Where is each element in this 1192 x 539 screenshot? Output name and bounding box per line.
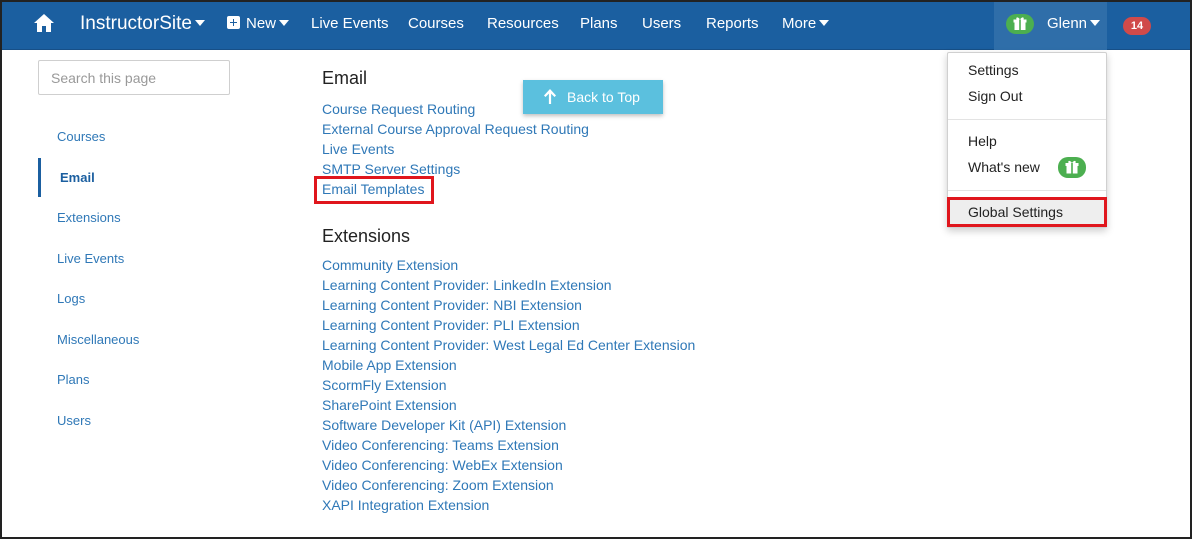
- sidebar-item-users[interactable]: Users: [57, 413, 91, 428]
- menu-item-help[interactable]: Help: [968, 133, 997, 149]
- extensions-section-heading: Extensions: [322, 226, 411, 246]
- sidebar-item-courses[interactable]: Courses: [57, 129, 105, 144]
- link-mobile-app-extension[interactable]: Mobile App Extension: [322, 357, 457, 373]
- link-vc-webex[interactable]: Video Conferencing: WebEx Extension: [322, 457, 563, 473]
- link-vc-zoom[interactable]: Video Conferencing: Zoom Extension: [322, 477, 554, 493]
- sidebar-active-indicator: [38, 158, 41, 197]
- nav-courses[interactable]: Courses: [408, 0, 464, 50]
- sidebar-item-logs[interactable]: Logs: [57, 291, 85, 306]
- link-community-extension[interactable]: Community Extension: [322, 257, 458, 273]
- site-brand-label: InstructorSite: [80, 13, 192, 34]
- link-lcp-nbi[interactable]: Learning Content Provider: NBI Extension: [322, 297, 582, 313]
- nav-more-label: More: [782, 15, 817, 32]
- link-vc-teams[interactable]: Video Conferencing: Teams Extension: [322, 437, 559, 453]
- arrow-up-icon: [544, 89, 556, 104]
- new-menu-label: New: [246, 15, 277, 32]
- email-section-heading: Email: [322, 68, 368, 88]
- menu-item-sign-out[interactable]: Sign Out: [968, 88, 1022, 104]
- nav-plans[interactable]: Plans: [580, 0, 618, 50]
- top-navigation-bar: InstructorSite New Live Events Courses R…: [0, 0, 1192, 50]
- nav-reports[interactable]: Reports: [706, 0, 759, 50]
- chevron-down-icon: [194, 19, 205, 26]
- link-lcp-west-legal[interactable]: Learning Content Provider: West Legal Ed…: [322, 337, 695, 353]
- menu-divider: [948, 119, 1106, 120]
- sidebar-item-plans[interactable]: Plans: [57, 372, 90, 387]
- link-lcp-linkedin[interactable]: Learning Content Provider: LinkedIn Exte…: [322, 277, 612, 293]
- new-menu-button[interactable]: New: [227, 0, 290, 50]
- gift-icon[interactable]: [1058, 157, 1086, 178]
- link-lcp-pli[interactable]: Learning Content Provider: PLI Extension: [322, 317, 580, 333]
- menu-item-settings[interactable]: Settings: [968, 62, 1019, 78]
- back-to-top-label: Back to Top: [567, 89, 640, 105]
- nav-live-events[interactable]: Live Events: [311, 0, 389, 50]
- user-name-label: Glenn: [1047, 0, 1101, 48]
- sidebar-item-miscellaneous[interactable]: Miscellaneous: [57, 332, 139, 347]
- menu-item-whats-new[interactable]: What's new: [968, 159, 1040, 175]
- back-to-top-button[interactable]: Back to Top: [523, 80, 663, 114]
- link-smtp-server-settings[interactable]: SMTP Server Settings: [322, 161, 460, 177]
- link-scormfly-extension[interactable]: ScormFly Extension: [322, 377, 446, 393]
- sidebar-item-extensions[interactable]: Extensions: [57, 210, 121, 225]
- menu-divider: [948, 190, 1106, 191]
- notification-count-badge[interactable]: 14: [1123, 17, 1151, 35]
- gift-icon[interactable]: [1006, 14, 1034, 34]
- sidebar-item-email[interactable]: Email: [60, 170, 95, 185]
- chevron-down-icon: [1090, 20, 1101, 27]
- user-menu-toggle[interactable]: Glenn: [994, 0, 1107, 50]
- user-dropdown-menu: Settings Sign Out Help What's new Global…: [947, 52, 1107, 228]
- nav-resources[interactable]: Resources: [487, 0, 559, 50]
- home-icon[interactable]: [33, 12, 55, 34]
- sidebar-item-live-events[interactable]: Live Events: [57, 251, 124, 266]
- link-sharepoint-extension[interactable]: SharePoint Extension: [322, 397, 457, 413]
- chevron-down-icon: [819, 20, 830, 27]
- link-xapi-integration[interactable]: XAPI Integration Extension: [322, 497, 489, 513]
- link-external-course-approval-routing[interactable]: External Course Approval Request Routing: [322, 121, 589, 137]
- link-course-request-routing[interactable]: Course Request Routing: [322, 101, 475, 117]
- link-email-templates[interactable]: Email Templates: [322, 181, 424, 197]
- nav-users[interactable]: Users: [642, 0, 681, 50]
- link-email-live-events[interactable]: Live Events: [322, 141, 394, 157]
- nav-more-dropdown[interactable]: More: [782, 0, 830, 50]
- site-brand-dropdown[interactable]: InstructorSite: [80, 0, 205, 50]
- chevron-down-icon: [279, 20, 290, 27]
- plus-square-icon: [227, 15, 240, 29]
- link-sdk-api-extension[interactable]: Software Developer Kit (API) Extension: [322, 417, 566, 433]
- search-page-input[interactable]: [38, 60, 230, 95]
- menu-item-global-settings[interactable]: Global Settings: [968, 204, 1063, 220]
